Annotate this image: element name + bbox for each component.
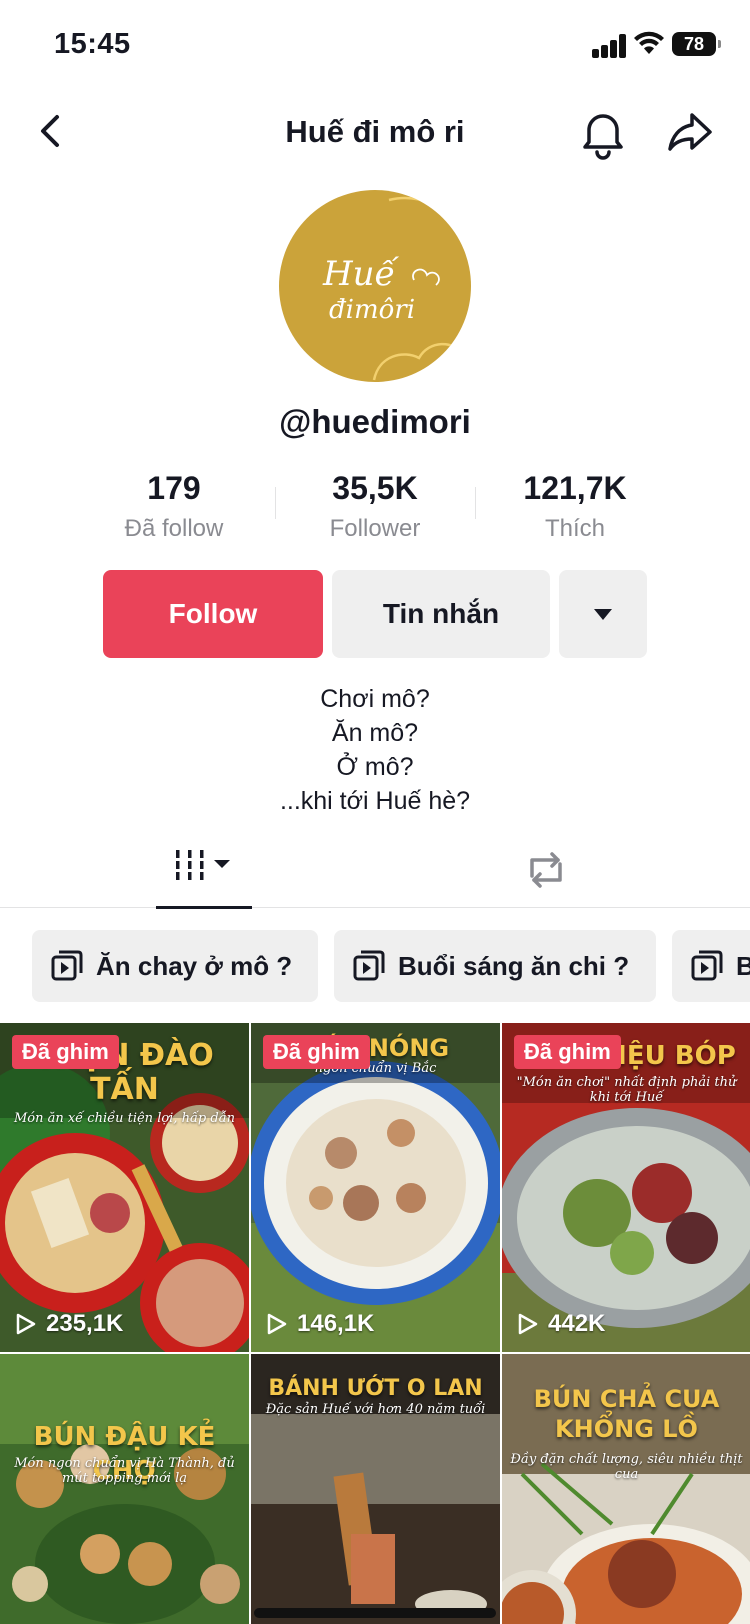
playlist-label: Ăn chay ở mô ? <box>96 950 293 981</box>
bio-line: Chơi mô? <box>320 685 430 713</box>
play-icon <box>267 1313 287 1335</box>
video-grid: TRỘN ĐÀO TẤN Món ăn xế chiều tiện lợi, h… <box>0 1023 750 1624</box>
content-tabs <box>0 836 750 909</box>
video-tile[interactable]: BÁNH ƯỚT O LAN Đặc sản Huế với hơn 40 nă… <box>251 1354 500 1624</box>
video-tile[interactable]: GỎI TRIỆU BÓP "Món ăn chơi" nhất định ph… <box>502 1023 750 1352</box>
share-icon[interactable] <box>664 106 716 158</box>
video-overlay-subtitle: Đầy đặn chất lượng, siêu nhiều thịt cua <box>510 1452 743 1482</box>
playlist-chip[interactable]: B <box>672 930 750 1002</box>
video-overlay-title: BÚN CHẢ CUA KHỔNG LỒ <box>533 1385 720 1443</box>
bio-line: Ở mô? <box>336 753 414 781</box>
huedimori-logo: Huế đimôri <box>322 196 468 381</box>
video-overlay-subtitle: Món ăn xế chiều tiện lợi, hấp dẫn <box>13 1111 236 1126</box>
view-count-value: 442K <box>548 1310 606 1337</box>
playlist-icon <box>691 950 723 981</box>
following-count: 179 <box>147 470 201 506</box>
message-button[interactable]: Tin nhắn <box>332 570 550 658</box>
video-tile[interactable]: BÚN CHẢ CUA KHỔNG LỒ Đầy đặn chất lượng,… <box>502 1354 750 1624</box>
view-count-value: 235,1K <box>46 1310 124 1337</box>
video-tile[interactable]: TRỘN ĐÀO TẤN Món ăn xế chiều tiện lợi, h… <box>0 1023 249 1352</box>
playlist-chip[interactable]: Ăn chay ở mô ? <box>32 930 318 1002</box>
likes-stat[interactable]: 121,7K Thích <box>475 470 675 543</box>
video-overlay-title: BÁNH ƯỚT O LAN <box>268 1376 483 1401</box>
bio-line: ...khi tới Huế hè? <box>279 787 471 815</box>
status-time: 15:45 <box>54 28 131 60</box>
play-icon <box>16 1313 36 1335</box>
profile-header: Huế đi mô ri <box>0 96 750 170</box>
pinned-badge: Đã ghim <box>514 1035 621 1069</box>
following-stat[interactable]: 179 Đã follow <box>74 470 274 543</box>
following-label: Đã follow <box>124 515 224 542</box>
playlist-icon <box>51 950 83 981</box>
tab-reposts[interactable] <box>520 846 572 894</box>
active-tab-indicator <box>156 906 252 909</box>
view-count: 442K <box>514 1310 605 1338</box>
bio-line: Ăn mô? <box>331 719 419 747</box>
tab-videos[interactable] <box>156 836 252 909</box>
svg-text:đimôri: đimôri <box>329 295 415 325</box>
follow-button[interactable]: Follow <box>103 570 323 658</box>
followers-count: 35,5K <box>332 470 418 506</box>
playlist-icon <box>353 950 385 981</box>
view-count-value: 146,1K <box>297 1310 375 1337</box>
status-bar: 15:45 78 <box>0 0 750 90</box>
battery-icon: 78 <box>672 32 721 56</box>
svg-text:Huế: Huế <box>322 254 400 294</box>
bell-icon[interactable] <box>578 104 628 160</box>
video-tile[interactable]: BÚN ĐẬU KẺ CHỢ Món ngon chuẩn vị Hà Thàn… <box>0 1354 249 1624</box>
playlist-label: B <box>736 950 750 981</box>
video-overlay-subtitle: Đặc sản Huế với hơn 40 năm tuổi <box>265 1402 486 1417</box>
video-grid-icon <box>176 850 230 880</box>
wifi-icon <box>634 31 664 54</box>
suggested-accounts-button[interactable] <box>559 570 647 658</box>
followers-label: Follower <box>329 515 421 542</box>
pinned-badge: Đã ghim <box>263 1035 370 1069</box>
username: @huedimori <box>279 403 471 440</box>
home-indicator <box>254 1608 496 1618</box>
caret-down-icon <box>594 608 612 620</box>
video-thumbnail <box>0 1354 249 1624</box>
playlist-label: Buổi sáng ăn chi ? <box>398 950 630 981</box>
pinned-badge: Đã ghim <box>12 1035 119 1069</box>
avatar[interactable]: Huế đimôri <box>279 190 471 382</box>
bio: Chơi mô? Ăn mô? Ở mô? ...khi tới Huế hè? <box>0 682 750 818</box>
play-icon <box>518 1313 538 1335</box>
followers-stat[interactable]: 35,5K Follower <box>275 470 475 543</box>
video-tile[interactable]: ƯỚC NÓNG ngon chuẩn vị Bắc Đã ghim 146,1… <box>251 1023 500 1352</box>
cellular-signal-icon <box>592 32 636 58</box>
view-count: 235,1K <box>12 1310 123 1338</box>
video-overlay-subtitle: Món ngon chuẩn vị Hà Thành, đủ mút toppi… <box>14 1456 235 1486</box>
likes-label: Thích <box>544 515 606 542</box>
likes-count: 121,7K <box>523 470 627 506</box>
view-count: 146,1K <box>263 1310 374 1338</box>
video-overlay-subtitle: "Món ăn chơi" nhất định phải thử khi tới… <box>516 1075 737 1105</box>
page-title: Huế đi mô ri <box>285 114 465 149</box>
playlist-row: Ăn chay ở mô ? Buổi sáng ăn chi ? B <box>0 930 750 1002</box>
playlist-chip[interactable]: Buổi sáng ăn chi ? <box>334 930 656 1002</box>
